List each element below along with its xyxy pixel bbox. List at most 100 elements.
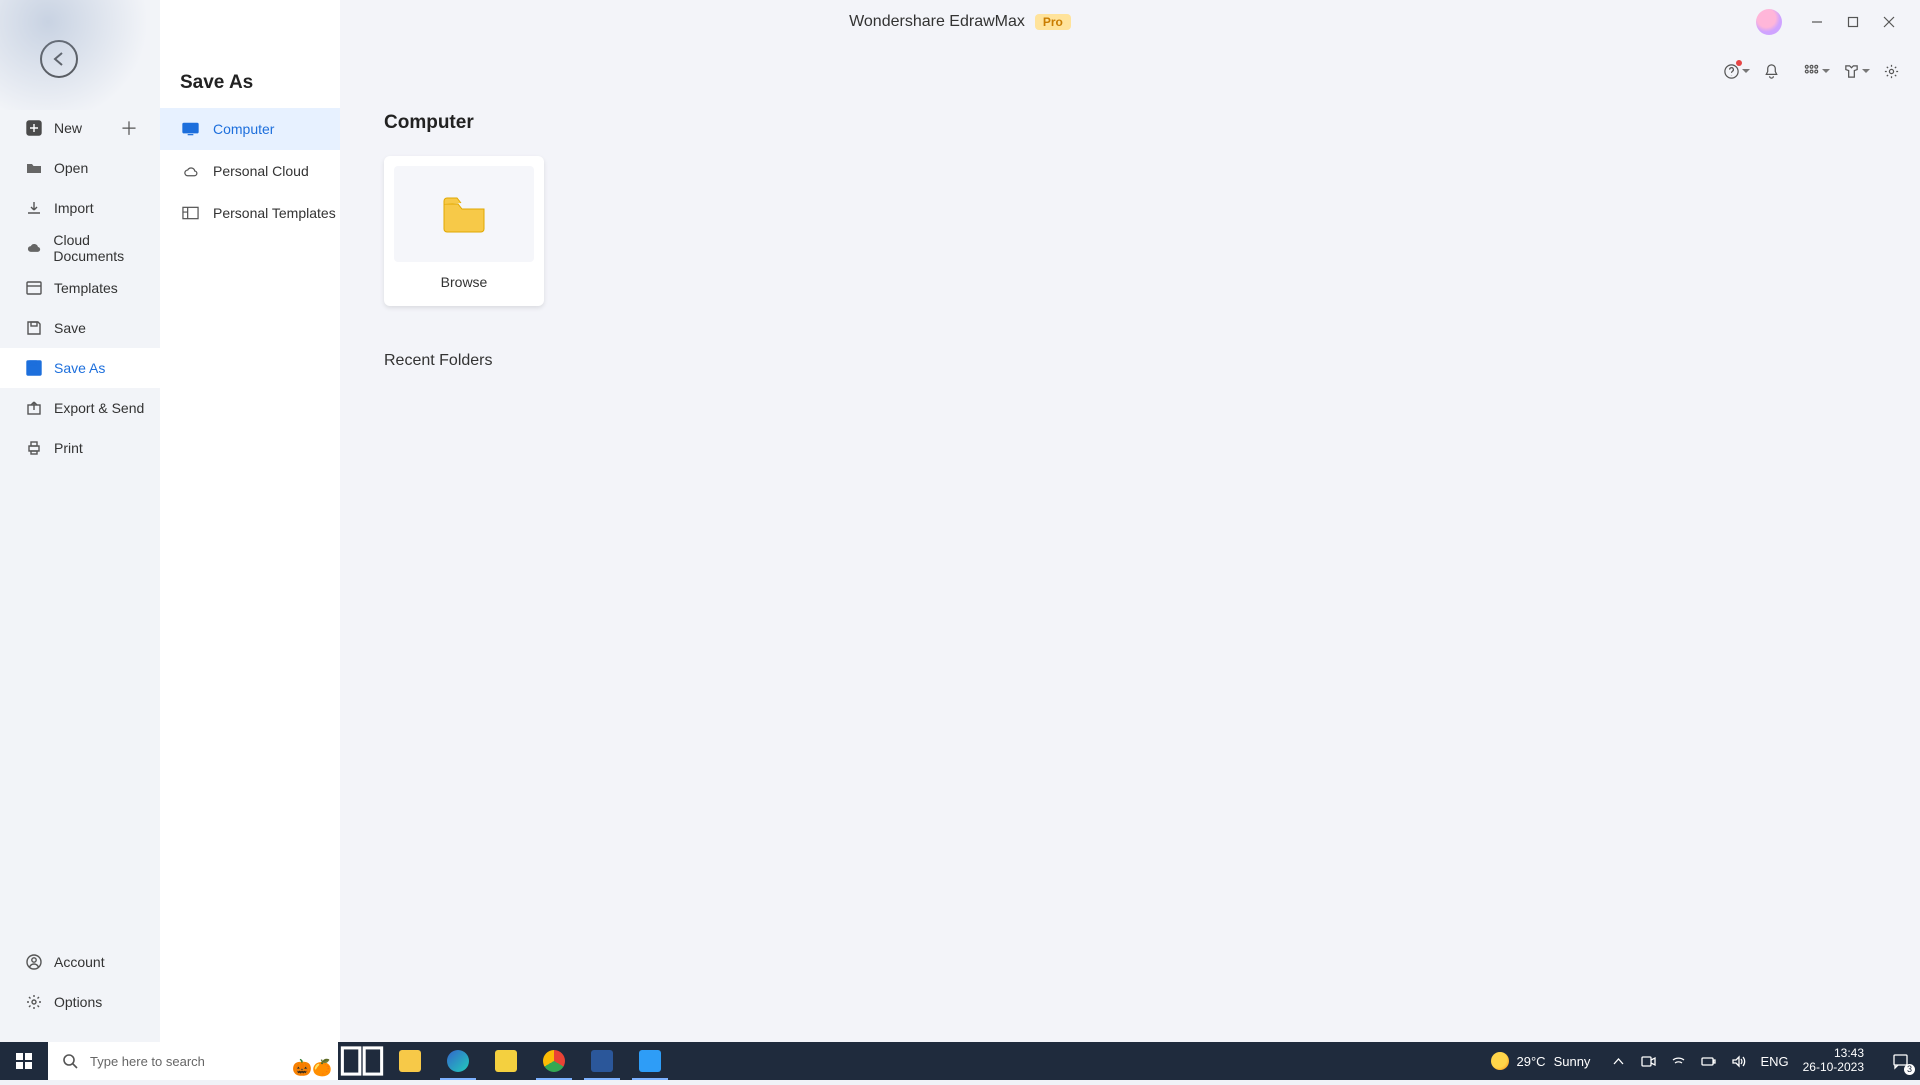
nav-label: Save As <box>54 360 105 376</box>
search-placeholder: Type here to search <box>90 1054 205 1069</box>
nav-label: Print <box>54 440 83 456</box>
tray-volume-icon[interactable] <box>1730 1053 1746 1069</box>
nav-save[interactable]: Save <box>0 308 160 348</box>
nav-label: Cloud Documents <box>53 232 160 264</box>
cloud-outline-icon <box>182 164 199 178</box>
import-icon <box>26 200 42 216</box>
saveas-computer[interactable]: Computer <box>160 108 340 150</box>
main-heading: Computer <box>384 112 1876 134</box>
mid-label: Personal Templates <box>213 205 336 221</box>
browse-tile[interactable]: Browse <box>384 156 544 306</box>
edge-app[interactable] <box>434 1042 482 1080</box>
notif-count: 3 <box>1904 1064 1915 1075</box>
close-button[interactable] <box>1882 15 1896 29</box>
sticky-notes-app[interactable] <box>482 1042 530 1080</box>
nav-label: Account <box>54 954 105 970</box>
tray-wifi-icon[interactable] <box>1670 1053 1686 1069</box>
nav-label: Options <box>54 994 102 1010</box>
nav-label: Save <box>54 320 86 336</box>
folder-open-icon <box>440 194 488 234</box>
tray-time: 13:43 <box>1803 1047 1864 1061</box>
maximize-button[interactable] <box>1846 15 1860 29</box>
start-button[interactable] <box>0 1042 48 1080</box>
templates-icon <box>26 280 42 296</box>
search-decor-icon: 🎃🍊 <box>292 1058 332 1078</box>
task-view-icon <box>338 1037 386 1085</box>
app-title: Wondershare EdrawMax <box>849 13 1025 31</box>
apps-grid-icon[interactable] <box>1802 62 1820 80</box>
weather-temp: 29°C <box>1517 1054 1546 1069</box>
browse-thumb <box>394 166 534 262</box>
monitor-icon <box>182 122 199 136</box>
mid-label: Computer <box>213 121 274 137</box>
nav-options[interactable]: Options <box>0 982 160 1022</box>
plus-square-icon <box>26 120 42 136</box>
help-icon[interactable] <box>1722 62 1740 80</box>
sticky-notes-icon <box>495 1050 517 1072</box>
gear-icon <box>26 994 42 1010</box>
taskbar-tray: 29°C Sunny ENG 13:43 26-10-2023 3 <box>1491 1042 1920 1080</box>
taskbar-search[interactable]: Type here to search 🎃🍊 <box>48 1042 338 1080</box>
nav-label: New <box>54 120 82 136</box>
mid-label: Personal Cloud <box>213 163 309 179</box>
nav-bottom: Account Options <box>0 932 160 1042</box>
layout-icon <box>182 206 199 220</box>
tray-chevron-up-icon[interactable] <box>1610 1053 1626 1069</box>
chrome-icon <box>543 1050 565 1072</box>
nav-open[interactable]: Open <box>0 148 160 188</box>
settings-icon[interactable] <box>1882 62 1900 80</box>
action-center-button[interactable]: 3 <box>1888 1049 1912 1073</box>
bell-icon[interactable] <box>1762 62 1780 80</box>
sun-icon <box>1491 1052 1509 1070</box>
nav-save-as[interactable]: Save As <box>0 348 160 388</box>
tray-meet-now-icon[interactable] <box>1640 1053 1656 1069</box>
window-controls <box>1756 0 1914 44</box>
word-app[interactable] <box>578 1042 626 1080</box>
panel-title: Save As <box>160 0 340 108</box>
nav-templates[interactable]: Templates <box>0 268 160 308</box>
chrome-app[interactable] <box>530 1042 578 1080</box>
save-icon <box>26 320 42 336</box>
search-icon <box>62 1053 78 1069</box>
save-as-panel: Save As Computer Personal Cloud Personal… <box>160 0 340 1042</box>
nav-import[interactable]: Import <box>0 188 160 228</box>
back-button[interactable] <box>40 40 78 78</box>
nav-label: Open <box>54 160 88 176</box>
tray-clock[interactable]: 13:43 26-10-2023 <box>1803 1047 1864 1075</box>
edrawmax-app[interactable] <box>626 1042 674 1080</box>
folder-icon <box>26 160 42 176</box>
windows-icon <box>16 1053 32 1069</box>
avatar[interactable] <box>1756 9 1782 35</box>
saveas-personal-templates[interactable]: Personal Templates <box>160 192 340 234</box>
weather-cond: Sunny <box>1554 1054 1591 1069</box>
plus-icon[interactable]: ＋ <box>120 115 138 141</box>
user-circle-icon <box>26 954 42 970</box>
saveas-personal-cloud[interactable]: Personal Cloud <box>160 150 340 192</box>
tray-date: 26-10-2023 <box>1803 1061 1864 1075</box>
nav-print[interactable]: Print <box>0 428 160 468</box>
task-view-button[interactable] <box>338 1042 386 1080</box>
nav-cloud-documents[interactable]: Cloud Documents <box>0 228 160 268</box>
tray-battery-icon[interactable] <box>1700 1053 1716 1069</box>
weather-widget[interactable]: 29°C Sunny <box>1491 1052 1591 1070</box>
print-icon <box>26 440 42 456</box>
taskbar: Type here to search 🎃🍊 29°C Sunny ENG 13… <box>0 1042 1920 1080</box>
theme-icon[interactable] <box>1842 62 1860 80</box>
nav-account[interactable]: Account <box>0 942 160 982</box>
edge-icon <box>447 1050 469 1072</box>
app-window: Wondershare EdrawMax Pro <box>0 0 1920 1042</box>
save-as-icon <box>26 360 42 376</box>
file-explorer-icon <box>399 1050 421 1072</box>
nav-left: New ＋ Open Import Cloud Documents Templa… <box>0 0 160 1042</box>
nav-label: Import <box>54 200 94 216</box>
minimize-button[interactable] <box>1810 15 1824 29</box>
pro-badge: Pro <box>1035 14 1071 30</box>
word-icon <box>591 1050 613 1072</box>
edrawmax-icon <box>639 1050 661 1072</box>
help-toolbar <box>1722 62 1900 80</box>
nav-new[interactable]: New ＋ <box>0 108 160 148</box>
nav-label: Export & Send <box>54 400 144 416</box>
recent-folders-heading: Recent Folders <box>384 352 1876 370</box>
tray-language[interactable]: ENG <box>1760 1054 1788 1069</box>
nav-export-send[interactable]: Export & Send <box>0 388 160 428</box>
